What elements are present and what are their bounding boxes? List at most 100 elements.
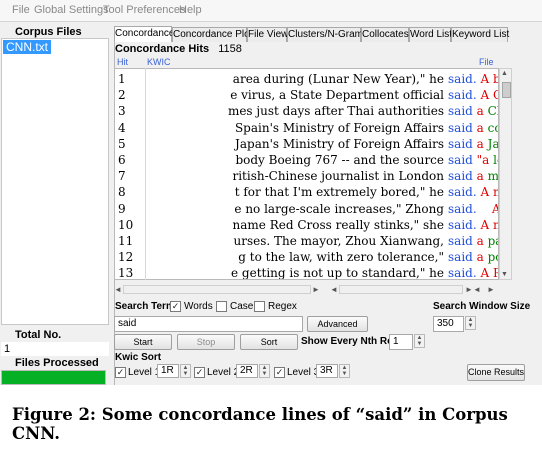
hscroll-right-icon-2[interactable]: ► — [465, 285, 473, 294]
horizontal-scrollbar-left[interactable] — [123, 285, 311, 294]
keyword-hit[interactable]: said — [448, 104, 477, 118]
case-checkbox[interactable] — [216, 301, 227, 312]
concordance-results-table[interactable]: 1 area during (Lunar New Year)," he said. … — [114, 68, 499, 280]
keyword-hit[interactable]: said — [448, 250, 477, 264]
keyword-hit[interactable]: said. — [448, 266, 480, 279]
advanced-button[interactable]: Advanced — [307, 316, 368, 332]
menu-tool-preferences[interactable]: Tool Preferences — [103, 4, 186, 16]
concordance-hits-count: 1158 — [218, 43, 242, 55]
keyword-hit[interactable]: said — [448, 121, 477, 135]
level-1-spinner[interactable]: ▲ ▼ — [180, 364, 191, 378]
keyword-hit[interactable]: said. — [448, 202, 480, 216]
column-divider — [145, 68, 146, 280]
context-word: Chinese tourist — [487, 104, 498, 119]
search-window-size-input[interactable]: 350 — [433, 316, 464, 332]
hit-number: 13 — [118, 266, 134, 280]
context-word: a — [476, 169, 484, 184]
level-2-checkbox[interactable]: ✓ — [194, 367, 205, 378]
context-word: "a — [476, 153, 490, 167]
context-word: a — [476, 120, 484, 135]
hscroll-left-icon-3[interactable]: ◄ — [473, 285, 481, 294]
keyword-hit[interactable]: said — [448, 169, 477, 183]
column-header-hit[interactable]: Hit — [117, 57, 128, 67]
context-word: A Red — [480, 266, 498, 280]
keyword-hit[interactable]: said. — [448, 72, 480, 86]
keyword-hit[interactable]: said — [448, 137, 477, 151]
concordance-hits-label: Concordance Hits — [115, 43, 210, 55]
stop-button[interactable]: Stop — [177, 334, 235, 350]
start-button[interactable]: Start — [114, 334, 172, 350]
window-size-spinner[interactable]: ▲ ▼ — [465, 316, 476, 330]
corpus-file-item-selected[interactable]: CNN.txt — [3, 40, 51, 54]
context-word: a — [476, 104, 484, 119]
search-window-size-label: Search Window Size — [433, 301, 531, 312]
vertical-scrollbar[interactable]: ▲ ▼ — [499, 68, 512, 280]
kwic-sort-label: Kwic Sort — [115, 352, 162, 363]
context-word: A — [480, 201, 499, 216]
nth-row-spinner[interactable]: ▲ ▼ — [414, 334, 425, 348]
search-term-label: Search Term — [115, 301, 175, 312]
scroll-up-icon[interactable]: ▲ — [501, 70, 508, 77]
keyword-hit[interactable]: said. — [448, 218, 480, 232]
scrollbar-thumb[interactable] — [502, 82, 511, 98]
caption-line-1: Figure 2: Some concordance lines of “sai… — [12, 405, 508, 424]
hscroll-left-icon-2[interactable]: ◄ — [330, 285, 338, 294]
tab-keyword-list[interactable]: Keyword List — [451, 27, 509, 42]
left-context-text: e getting is not up to standard," he — [231, 266, 444, 280]
context-word: A banner — [480, 72, 498, 86]
corpus-file-list[interactable]: CNN.txt — [1, 38, 109, 325]
context-word: police — [487, 250, 498, 265]
level-1-value[interactable]: 1R — [157, 364, 179, 378]
hscroll-left-icon[interactable]: ◄ — [114, 285, 122, 294]
keyword-hit[interactable]: said — [448, 234, 477, 248]
sort-button[interactable]: Sort — [240, 334, 298, 350]
keyword-hit[interactable]: said. — [448, 185, 480, 199]
context-word: Japanese — [487, 136, 499, 151]
regex-checkbox[interactable] — [254, 301, 265, 312]
right-context: said. A Red Cross volunteer — [448, 264, 498, 280]
context-word: lot — [493, 153, 498, 167]
level-2-spinner[interactable]: ▲ ▼ — [259, 364, 270, 378]
level-3-spinner[interactable]: ▲ ▼ — [339, 364, 350, 378]
tab-clusters-ngrams[interactable]: Clusters/N-Grams — [287, 27, 368, 42]
horizontal-scrollbar-middle[interactable] — [339, 285, 463, 294]
menu-file[interactable]: File — [12, 4, 30, 16]
level-2-label: Level 2 — [207, 367, 240, 378]
level-3-value[interactable]: 3R — [316, 364, 338, 378]
words-checkbox[interactable]: ✓ — [170, 301, 181, 312]
tab-concordance-plot[interactable]: Concordance Plot — [172, 27, 253, 42]
keyword-hit[interactable]: said. — [448, 88, 480, 102]
keyword-hit[interactable]: said — [448, 153, 477, 167]
files-processed-progress-bar — [1, 370, 106, 385]
context-word: a — [476, 136, 484, 151]
context-word: A number — [480, 217, 498, 232]
tab-word-list[interactable]: Word List — [409, 27, 452, 42]
column-header-kwic[interactable]: KWIC — [147, 57, 171, 67]
files-processed-label: Files Processed — [15, 357, 99, 369]
hscroll-right-icon[interactable]: ► — [312, 285, 320, 294]
nth-row-input[interactable]: 1 — [389, 334, 413, 350]
context-word: communique — [487, 120, 498, 135]
column-header-file[interactable]: File — [479, 57, 494, 67]
clone-results-button[interactable]: Clone Results — [467, 364, 525, 381]
left-context: e getting is not up to standard," he — [149, 264, 444, 280]
menu-global-settings[interactable]: Global Settings — [34, 4, 109, 16]
concordance-hits: Concordance Hits 1158 — [115, 43, 242, 55]
tab-concordance[interactable]: Concordance — [114, 26, 174, 42]
context-word: man — [487, 169, 499, 184]
tab-collocates[interactable]: Collocates — [361, 27, 409, 42]
menu-help[interactable]: Help — [179, 4, 202, 16]
show-every-nth-row-label: Show Every Nth Row — [301, 336, 402, 347]
regex-label: Regex — [268, 301, 297, 312]
level-2-value[interactable]: 2R — [236, 364, 258, 378]
tab-file-view[interactable]: File View — [247, 27, 288, 42]
table-row[interactable]: 13 e getting is not up to standard," he sa… — [115, 264, 498, 280]
case-label: Case — [230, 301, 254, 312]
level-1-checkbox[interactable]: ✓ — [115, 367, 126, 378]
level-3-checkbox[interactable]: ✓ — [274, 367, 285, 378]
hscroll-right-icon-3[interactable]: ► — [487, 285, 495, 294]
words-label: Words — [184, 301, 213, 312]
scroll-down-icon[interactable]: ▼ — [501, 271, 508, 278]
search-term-input[interactable]: said — [114, 316, 303, 332]
total-no-value: 1 — [1, 342, 109, 356]
